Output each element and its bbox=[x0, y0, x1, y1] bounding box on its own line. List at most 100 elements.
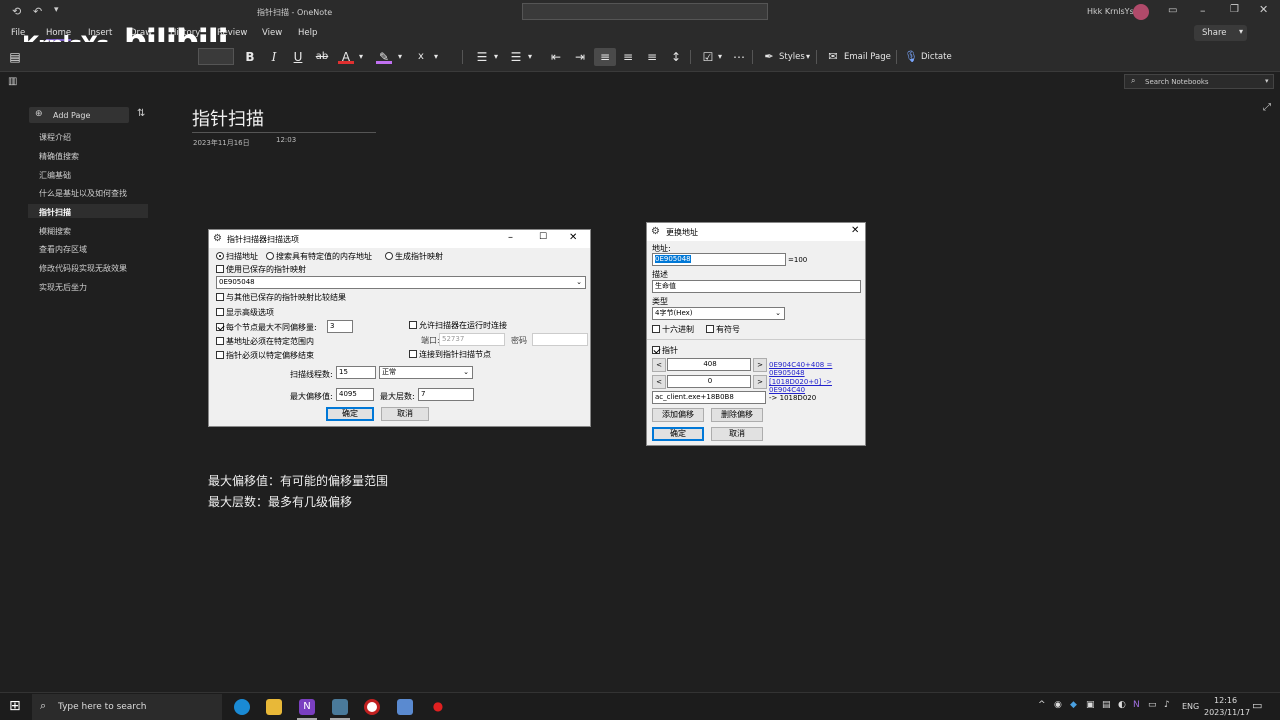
page-item[interactable]: 什么是基址以及如何查找 bbox=[39, 188, 127, 199]
offset-decrement-button[interactable]: < bbox=[652, 375, 666, 389]
tag-dropdown-icon[interactable]: ▾ bbox=[716, 48, 724, 66]
tray-app-icon[interactable]: ◆ bbox=[1070, 700, 1077, 710]
windows-start-icon[interactable]: ⊞ bbox=[9, 698, 21, 714]
add-offset-button[interactable]: 添加偏移 bbox=[652, 408, 704, 422]
align-center-icon[interactable]: ≡ bbox=[620, 48, 636, 66]
add-page-button[interactable]: ⊕ Add Page bbox=[29, 107, 129, 123]
page-item[interactable]: 修改代码段实现无敌效果 bbox=[39, 263, 127, 274]
calculator-icon[interactable] bbox=[397, 699, 413, 715]
back-icon[interactable]: ⟲ bbox=[12, 5, 21, 18]
cancel-button[interactable]: 取消 bbox=[711, 427, 763, 441]
minimize-icon[interactable]: – bbox=[1200, 4, 1206, 17]
page-title[interactable]: 指针扫描 bbox=[192, 105, 264, 131]
offset-input[interactable]: 408 bbox=[667, 358, 751, 371]
underline-button[interactable]: U bbox=[290, 48, 306, 66]
note-line[interactable]: 最大偏移值：有可能的偏移量范围 bbox=[208, 472, 388, 489]
checkbox-signed[interactable]: 有符号 bbox=[706, 324, 740, 335]
file-explorer-icon[interactable] bbox=[266, 699, 282, 715]
radio-generate-map[interactable]: 生成指针映射 bbox=[385, 251, 443, 262]
threads-input[interactable]: 15 bbox=[336, 366, 376, 379]
max-level-input[interactable]: 7 bbox=[418, 388, 474, 401]
chevron-down-icon[interactable]: ⌄ bbox=[775, 308, 781, 319]
numbering-icon[interactable]: ☰ bbox=[508, 48, 524, 66]
sort-icon[interactable]: ⇅ bbox=[137, 108, 145, 119]
delete-offset-button[interactable]: 删除偏移 bbox=[711, 408, 763, 422]
checkbox-allow-connect[interactable]: 允许扫描器在运行时连接 bbox=[409, 320, 507, 331]
type-select[interactable]: 4字节(Hex) ⌄ bbox=[652, 307, 785, 320]
offset-link[interactable]: [1018D020+0] -> 0E904C40 bbox=[769, 378, 865, 394]
cancel-button[interactable]: 取消 bbox=[381, 407, 429, 421]
maximize-icon[interactable]: ❐ bbox=[1230, 4, 1239, 15]
font-color-dropdown-icon[interactable]: ▾ bbox=[357, 48, 365, 66]
address-input[interactable]: 0E905048 bbox=[652, 253, 786, 266]
offset-increment-button[interactable]: > bbox=[753, 375, 767, 389]
record-icon[interactable] bbox=[364, 699, 380, 715]
increase-indent-icon[interactable]: ⇥ bbox=[572, 48, 588, 66]
bullets-dropdown-icon[interactable]: ▾ bbox=[492, 48, 500, 66]
styles-button[interactable]: Styles bbox=[779, 48, 819, 66]
max-offset-input[interactable]: 4095 bbox=[336, 388, 374, 401]
more-icon[interactable]: ⋯ bbox=[732, 48, 746, 66]
page-item[interactable]: 实现无后坐力 bbox=[39, 282, 87, 293]
avatar[interactable] bbox=[1133, 4, 1149, 20]
volume-icon[interactable]: ♪ bbox=[1164, 700, 1170, 710]
font-color-icon[interactable]: A bbox=[338, 48, 354, 64]
ribbon-display-icon[interactable]: ▭ bbox=[1168, 5, 1177, 16]
align-left-icon[interactable]: ≡ bbox=[594, 48, 616, 66]
radio-search-value[interactable]: 搜索具有特定值的内存地址 bbox=[266, 251, 372, 262]
checkbox-base-in-range[interactable]: 基地址必须在特定范围内 bbox=[216, 336, 314, 347]
page-item[interactable]: 模糊搜索 bbox=[39, 226, 71, 237]
offset-input[interactable]: 0 bbox=[667, 375, 751, 388]
address-combobox[interactable]: 0E905048 ⌄ bbox=[216, 276, 586, 289]
font-size-select[interactable] bbox=[198, 48, 234, 65]
offset-link[interactable]: 0E904C40+408 = 0E905048 bbox=[769, 361, 865, 377]
page-item[interactable]: 汇编基础 bbox=[39, 170, 71, 181]
clear-format-dropdown-icon[interactable]: ▾ bbox=[432, 48, 440, 66]
chevron-down-icon[interactable]: ⌄ bbox=[576, 277, 582, 288]
clipboard-icon[interactable]: ▤ bbox=[8, 48, 22, 66]
checkbox-pointer[interactable]: 指针 bbox=[652, 345, 678, 356]
description-input[interactable]: 生命值 bbox=[652, 280, 861, 293]
search-scope-dropdown-icon[interactable]: ▾ bbox=[1265, 77, 1269, 85]
notebook-panel-icon[interactable]: ▥ bbox=[8, 76, 17, 87]
tray-onenote-icon[interactable]: N bbox=[1133, 700, 1140, 710]
radio-scan-address[interactable]: 扫描地址 bbox=[216, 251, 258, 262]
menu-view[interactable]: View bbox=[262, 28, 282, 38]
page-item[interactable]: 精确值搜索 bbox=[39, 151, 79, 162]
dictate-button[interactable]: Dictate bbox=[921, 48, 961, 66]
tray-app-icon[interactable]: ◉ bbox=[1054, 700, 1062, 710]
italic-button[interactable]: I bbox=[266, 48, 282, 66]
page-item[interactable]: 查看内存区域 bbox=[39, 244, 87, 255]
note-line[interactable]: 最大层数：最多有几级偏移 bbox=[208, 493, 352, 510]
offset-decrement-button[interactable]: < bbox=[652, 358, 666, 372]
cheat-engine-icon[interactable] bbox=[332, 699, 348, 715]
checkbox-max-offsets[interactable]: 每个节点最大不同偏移量: bbox=[216, 322, 317, 333]
tray-overflow-icon[interactable]: ^ bbox=[1038, 700, 1046, 710]
maximize-icon[interactable]: ☐ bbox=[539, 232, 547, 242]
clear-format-icon[interactable]: x bbox=[414, 48, 428, 66]
search-input[interactable] bbox=[522, 3, 768, 20]
bullets-icon[interactable]: ☰ bbox=[474, 48, 490, 66]
line-spacing-icon[interactable]: ↕ bbox=[668, 48, 684, 66]
fullscreen-icon[interactable]: ⤢ bbox=[1263, 102, 1271, 113]
close-icon[interactable]: ✕ bbox=[1259, 3, 1268, 16]
minimize-icon[interactable]: – bbox=[508, 232, 513, 243]
decrease-indent-icon[interactable]: ⇤ bbox=[548, 48, 564, 66]
edge-icon[interactable] bbox=[234, 699, 250, 715]
strikethrough-button[interactable]: ab bbox=[314, 48, 330, 66]
checkbox-advanced[interactable]: 显示高级选项 bbox=[216, 307, 274, 318]
page-item-active[interactable]: 指针扫描 bbox=[39, 207, 71, 218]
language-indicator[interactable]: ENG bbox=[1182, 702, 1199, 711]
checkbox-connect-node[interactable]: 连接到指针扫描节点 bbox=[409, 349, 491, 360]
page-item[interactable]: 课程介绍 bbox=[39, 132, 71, 143]
numbering-dropdown-icon[interactable]: ▾ bbox=[526, 48, 534, 66]
offset-increment-button[interactable]: > bbox=[753, 358, 767, 372]
ok-button[interactable]: 确定 bbox=[326, 407, 374, 421]
styles-dropdown-icon[interactable]: ▾ bbox=[804, 48, 812, 66]
taskbar-search-box[interactable]: ⌕ Type here to search bbox=[32, 694, 222, 720]
email-page-button[interactable]: Email Page bbox=[844, 48, 904, 66]
checkbox-compare-results[interactable]: 与其他已保存的指针映射比较结果 bbox=[216, 292, 346, 303]
tray-app-icon[interactable]: ▤ bbox=[1102, 700, 1111, 710]
highlight-icon[interactable]: ✎ bbox=[376, 48, 392, 64]
share-dropdown-icon[interactable]: ▾ bbox=[1239, 27, 1243, 36]
